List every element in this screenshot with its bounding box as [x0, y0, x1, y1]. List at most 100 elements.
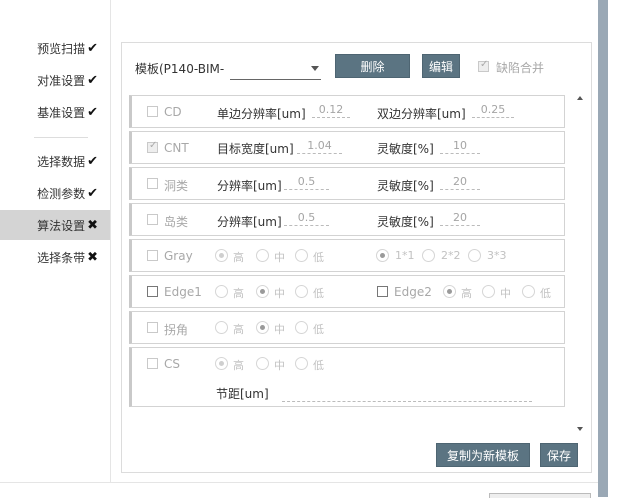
cd-double-res-label: 双边分辨率[um]: [377, 107, 466, 121]
sidebar-item-select-strip[interactable]: 选择条带 ✖: [0, 242, 110, 272]
row-gray: Gray 高 中 低 1*1 2*2 3*3: [129, 239, 565, 272]
cs-radio-mid[interactable]: [256, 357, 269, 370]
hole-checkbox[interactable]: [147, 178, 158, 189]
select-underline: [230, 79, 321, 80]
cs-radio-low[interactable]: [295, 357, 308, 370]
scroll-down-icon[interactable]: [577, 427, 583, 431]
template-label: 模板(P140-BIM-: [135, 62, 225, 76]
gray-radio-2x2[interactable]: [422, 249, 435, 262]
corner-checkbox[interactable]: [147, 322, 158, 333]
hole-sensitivity-label: 灵敏度[%]: [377, 179, 434, 193]
gray-mid-label: 中: [274, 251, 285, 264]
cnt-sensitivity-label: 灵敏度[%]: [377, 142, 434, 156]
save-button[interactable]: 保存: [540, 443, 578, 467]
sidebar-item-reference[interactable]: 基准设置 ✔: [0, 97, 110, 127]
hole-resolution-input[interactable]: 0.5: [284, 175, 329, 190]
row-island: 岛类 分辨率[um] 0.5 灵敏度[%] 20: [129, 203, 565, 236]
cs-low-label: 低: [313, 359, 324, 372]
sidebar-item-detect-params[interactable]: 检测参数 ✔: [0, 178, 110, 208]
gray-checkbox[interactable]: [147, 250, 158, 261]
cd-checkbox[interactable]: [147, 106, 158, 117]
gray-radio-mid[interactable]: [256, 249, 269, 262]
hole-label: 洞类: [164, 179, 189, 193]
chevron-down-icon[interactable]: [311, 66, 319, 71]
cross-icon: ✖: [87, 217, 98, 233]
sidebar-item-select-data[interactable]: 选择数据 ✔: [0, 146, 110, 176]
check-icon: ✔: [87, 153, 98, 169]
check-icon: ✔: [87, 104, 98, 120]
cs-pitch-input[interactable]: [282, 387, 532, 402]
row-cd: CD 单边分辨率[um] 0.12 双边分辨率[um] 0.25: [129, 95, 565, 128]
sidebar-item-label: 对准设置: [37, 73, 86, 88]
cd-single-res-input[interactable]: 0.12: [312, 103, 350, 118]
island-resolution-input[interactable]: 0.5: [284, 211, 329, 226]
edge1-mid-label: 中: [274, 287, 285, 300]
island-checkbox[interactable]: [147, 214, 158, 225]
gray-label: Gray: [164, 249, 193, 263]
edge1-radio-mid[interactable]: [256, 285, 269, 298]
edge1-checkbox[interactable]: [147, 286, 158, 297]
corner-low-label: 低: [313, 323, 324, 336]
check-icon: ✔: [87, 40, 98, 56]
cs-label: CS: [164, 357, 180, 371]
edit-button[interactable]: 编辑: [422, 54, 460, 78]
edge2-checkbox[interactable]: [377, 286, 388, 297]
check-icon: ✔: [87, 185, 98, 201]
edge2-radio-low[interactable]: [522, 285, 535, 298]
sidebar-item-algorithm[interactable]: 算法设置 ✖: [0, 210, 110, 240]
bottom-divider: [0, 482, 598, 483]
edge2-mid-label: 中: [500, 287, 511, 300]
delete-button[interactable]: 删除: [335, 54, 410, 78]
window-scroll-strip: [598, 0, 608, 497]
cd-double-res-input[interactable]: 0.25: [472, 103, 514, 118]
hole-sensitivity-input[interactable]: 20: [440, 175, 480, 190]
cnt-label: CNT: [164, 141, 189, 155]
cross-icon: ✖: [87, 249, 98, 265]
cd-label: CD: [164, 105, 182, 119]
corner-radio-mid[interactable]: [256, 321, 269, 334]
cnt-target-width-input[interactable]: 1.04: [297, 139, 342, 154]
cnt-checkbox[interactable]: [147, 140, 158, 153]
edge1-radio-low[interactable]: [295, 285, 308, 298]
row-hole: 洞类 分辨率[um] 0.5 灵敏度[%] 20: [129, 167, 565, 200]
copy-as-new-template-button[interactable]: 复制为新模板: [436, 443, 530, 467]
edge1-low-label: 低: [313, 287, 324, 300]
merge-defects-checkbox[interactable]: [478, 59, 489, 72]
merge-defects-label: 缺陷合并: [496, 61, 545, 75]
gray-low-label: 低: [313, 251, 324, 264]
corner-high-label: 高: [233, 323, 244, 336]
sidebar-divider: [34, 137, 88, 138]
gray-radio-low[interactable]: [295, 249, 308, 262]
cnt-sensitivity-input[interactable]: 10: [440, 139, 480, 154]
hole-resolution-label: 分辨率[um]: [217, 179, 282, 193]
corner-radio-low[interactable]: [295, 321, 308, 334]
row-edge: Edge1 高 中 低 Edge2 高 中 低: [129, 275, 565, 308]
corner-label: 拐角: [164, 323, 189, 337]
template-select[interactable]: 模板(P140-BIM-: [135, 60, 321, 80]
cs-pitch-label: 节距[um]: [216, 387, 269, 401]
cs-checkbox[interactable]: [147, 358, 158, 369]
edge1-radio-high[interactable]: [215, 285, 228, 298]
right-margin: [608, 0, 628, 497]
gray-radio-high[interactable]: [215, 249, 228, 262]
island-sensitivity-input[interactable]: 20: [440, 211, 480, 226]
gray-radio-1x1[interactable]: [376, 249, 389, 262]
sidebar-item-alignment[interactable]: 对准设置 ✔: [0, 65, 110, 95]
gray-3x3-label: 3*3: [487, 249, 507, 262]
sidebar-item-label: 算法设置: [37, 218, 86, 233]
check-icon: ✔: [87, 72, 98, 88]
cs-mid-label: 中: [274, 359, 285, 372]
scroll-up-icon[interactable]: [577, 96, 583, 100]
row-cnt: CNT 目标宽度[um] 1.04 灵敏度[%] 10: [129, 131, 565, 164]
sidebar-item-label: 检测参数: [37, 186, 86, 201]
corner-mid-label: 中: [274, 323, 285, 336]
corner-radio-high[interactable]: [215, 321, 228, 334]
dialog-footer-button[interactable]: [489, 493, 591, 498]
gray-radio-3x3[interactable]: [468, 249, 481, 262]
edge2-radio-mid[interactable]: [482, 285, 495, 298]
cs-radio-high[interactable]: [215, 357, 228, 370]
edge2-radio-high[interactable]: [443, 285, 456, 298]
sidebar: 预览扫描 ✔ 对准设置 ✔ 基准设置 ✔ 选择数据 ✔ 检测参数 ✔ 算法设置 ✖ 选择条带…: [0, 0, 111, 482]
row-cs: CS 高 中 低 节距[um]: [129, 347, 565, 407]
sidebar-item-preview-scan[interactable]: 预览扫描 ✔: [0, 33, 110, 63]
